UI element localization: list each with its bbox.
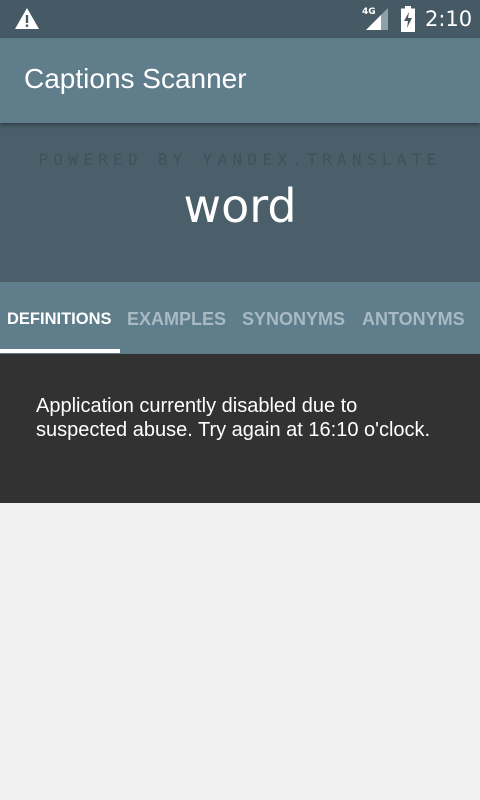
- warning-icon: [15, 8, 39, 29]
- battery-charging-icon: [401, 6, 415, 32]
- app-title: Captions Scanner: [24, 63, 247, 94]
- clock: 2:10: [425, 7, 473, 31]
- tab-synonyms[interactable]: SYNONYMS: [242, 282, 345, 354]
- word-header: POWERED BY YANDEX.TRANSLATE word: [0, 123, 480, 282]
- error-message-panel: Application currently disabled due to su…: [0, 354, 480, 503]
- tab-examples[interactable]: EXAMPLES: [127, 282, 226, 354]
- powered-by-label: POWERED BY YANDEX.TRANSLATE: [38, 150, 442, 169]
- current-word: word: [183, 179, 297, 233]
- tab-bar: DEFINITIONS EXAMPLES SYNONYMS ANTONYMS: [0, 282, 480, 354]
- app-bar: Captions Scanner: [0, 38, 480, 123]
- error-message: Application currently disabled due to su…: [36, 395, 431, 441]
- tab-indicator: [0, 349, 120, 353]
- status-bar: 4G 2:10: [0, 0, 480, 38]
- content-area: [0, 503, 480, 800]
- tab-antonyms[interactable]: ANTONYMS: [362, 282, 465, 354]
- network-type-label: 4G: [362, 7, 376, 17]
- tab-definitions[interactable]: DEFINITIONS: [7, 282, 112, 354]
